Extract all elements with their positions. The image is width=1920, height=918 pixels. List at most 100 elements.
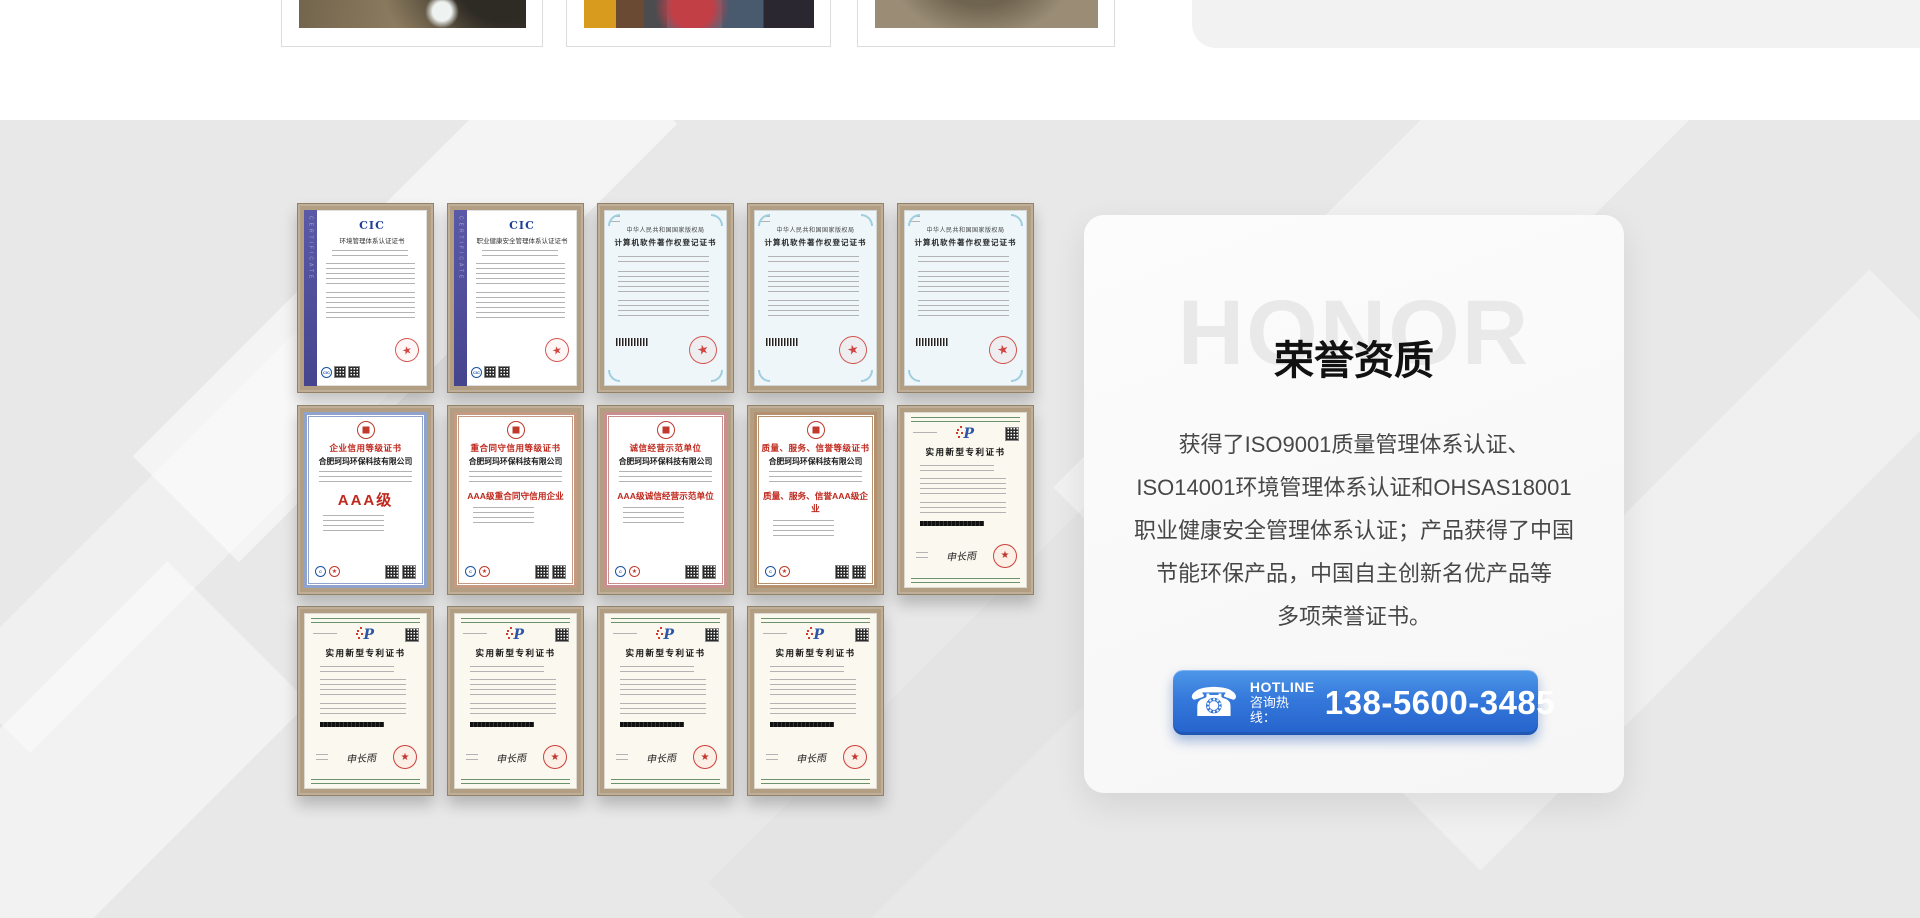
- national-emblem-seal-icon: ★: [543, 745, 567, 769]
- barcode-icon: [766, 338, 798, 346]
- certificate-inner: 重合同守信用等级证书合肥珂玛环保科技有限公司AAA级重合同守信用企业C★: [454, 412, 577, 588]
- cert-footer: C★: [615, 565, 716, 579]
- certificate-thumbnail[interactable]: P实用新型专利证书申长雨★: [597, 606, 734, 796]
- top-right-panel: [1192, 0, 1920, 48]
- certificate-thumbnail[interactable]: CERTIFICATECIC环境管理体系认证证书CIC★: [297, 203, 434, 393]
- red-star-logo-icon: ★: [479, 566, 490, 577]
- certificate-inner: P实用新型专利证书申长雨★: [904, 412, 1027, 588]
- project-photo-card[interactable]: [566, 0, 831, 47]
- green-border-ornament: [311, 779, 420, 784]
- cnipa-logo-icon: P: [657, 627, 675, 643]
- text-lines-placeholder: [473, 507, 534, 523]
- paragraph-line: 多项荣誉证书。: [1114, 595, 1594, 638]
- national-emblem-seal-icon: ★: [843, 745, 867, 769]
- red-seal-icon: ★: [686, 333, 720, 367]
- project-photo-card[interactable]: [857, 0, 1115, 47]
- patent-header: P: [904, 426, 1027, 444]
- certificate-thumbnail[interactable]: P 实用新型专利证书申长雨★: [297, 606, 434, 796]
- text-lines-placeholder: [623, 507, 684, 523]
- certificate-thumbnail[interactable]: 企业信用等级证书合肥珂玛环保科技有限公司AAA级C★: [297, 405, 434, 595]
- signature-text: 申长雨: [645, 749, 676, 766]
- certificate-thumbnail[interactable]: CERTIFICATECIC职业健康安全管理体系认证证书CIC★: [447, 203, 584, 393]
- hotline-button[interactable]: ☎ HOTLINE 咨询热线： 138-5600-3485: [1173, 670, 1538, 735]
- certificate-inner: P实用新型专利证书申长雨★: [754, 613, 877, 789]
- red-seal-icon: ★: [836, 333, 870, 367]
- patent-number-placeholder: [313, 633, 337, 637]
- text-lines-placeholder: [918, 300, 1009, 318]
- certificate-inner: 企业信用等级证书合肥珂玛环保科技有限公司AAA级C★: [304, 412, 427, 588]
- corner-ornament-icon: [908, 370, 920, 382]
- certificate-thumbnail[interactable]: P实用新型专利证书申长雨★: [447, 606, 584, 796]
- qr-code-icon: [702, 565, 716, 579]
- red-seal-icon: ★: [986, 333, 1020, 367]
- certificate-inner: CERTIFICATECIC环境管理体系认证证书CIC★: [304, 210, 427, 386]
- barcode-icon: [616, 338, 648, 346]
- text-lines-placeholder: [768, 300, 859, 318]
- text-lines-placeholder: [766, 754, 778, 761]
- red-seal-icon: ★: [542, 335, 571, 364]
- qr-code-icon: [498, 366, 510, 378]
- corner-ornament-icon: [758, 214, 770, 226]
- cnipa-logo-icon: P: [807, 627, 825, 643]
- certificate-thumbnail[interactable]: P实用新型专利证书申长雨★: [897, 405, 1034, 595]
- patent-header: P: [604, 627, 727, 645]
- cic-logo-icon: CIC: [471, 367, 482, 378]
- cert-award-text: AAA级诚信经营示范单位: [609, 489, 721, 501]
- green-border-ornament: [761, 779, 870, 784]
- cert-title: 计算机软件著作权登记证书: [904, 237, 1027, 248]
- red-star-logo-icon: ★: [779, 566, 790, 577]
- text-lines-placeholder: [470, 703, 556, 717]
- signature-row: 申长雨★: [916, 544, 1017, 568]
- certificate-inner: 中华人民共和国国家版权局计算机软件著作权登记证书★: [904, 210, 1027, 386]
- credit-emblem-icon: [357, 421, 375, 439]
- cert-title: 实用新型专利证书: [604, 647, 727, 659]
- red-star-logo-icon: ★: [329, 566, 340, 577]
- text-lines-placeholder: [469, 471, 563, 483]
- certificate-inner: P 实用新型专利证书申长雨★: [304, 613, 427, 789]
- certificate-thumbnail[interactable]: P实用新型专利证书申长雨★: [747, 606, 884, 796]
- cic-band-label: CERTIFICATE: [458, 216, 464, 281]
- red-seal-icon: ★: [392, 335, 421, 364]
- honor-section: CERTIFICATECIC环境管理体系认证证书CIC★CERTIFICATEC…: [0, 120, 1920, 918]
- cert-footer: CIC: [321, 366, 360, 378]
- certificate-thumbnail[interactable]: 质量、服务、信誉等级证书合肥珂玛环保科技有限公司质量、服务、信誉AAA级企业C★: [747, 405, 884, 595]
- signature-row: 申长雨★: [316, 745, 417, 769]
- green-border-ornament: [911, 417, 1020, 422]
- section-title: 荣誉资质: [1084, 337, 1624, 385]
- qr-code-icon: [555, 628, 569, 642]
- text-lines-placeholder: [616, 754, 628, 761]
- paragraph-line: ISO14001环境管理体系认证和OHSAS18001: [1114, 466, 1594, 509]
- cert-company-name: 合肥珂玛环保科技有限公司: [457, 456, 574, 467]
- cert-title: 重合同守信用等级证书: [457, 442, 574, 454]
- text-lines-placeholder: [466, 754, 478, 761]
- patent-number-placeholder: [763, 633, 787, 637]
- certificate-thumbnail[interactable]: 重合同守信用等级证书合肥珂玛环保科技有限公司AAA级重合同守信用企业C★: [447, 405, 584, 595]
- national-emblem-seal-icon: ★: [393, 745, 417, 769]
- cic-side-band: CERTIFICATE: [454, 210, 467, 386]
- signature-text: 申长雨: [495, 749, 526, 766]
- certificate-thumbnail[interactable]: 诚信经营示范单位合肥珂玛环保科技有限公司AAA级诚信经营示范单位C★: [597, 405, 734, 595]
- paragraph-line: 节能环保产品，中国自主创新名优产品等: [1114, 552, 1594, 595]
- certificate-thumbnail[interactable]: 中华人民共和国国家版权局计算机软件著作权登记证书 ★: [597, 203, 734, 393]
- barcode-icon: [470, 722, 534, 727]
- text-lines-placeholder: [618, 271, 709, 295]
- project-photo-card[interactable]: [281, 0, 543, 47]
- cnipa-logo-icon: P: [357, 627, 375, 643]
- text-lines-placeholder: [470, 666, 544, 674]
- certificate-thumbnail[interactable]: 中华人民共和国国家版权局计算机软件著作权登记证书★: [897, 203, 1034, 393]
- text-lines-placeholder: [769, 471, 863, 483]
- cert-title: 实用新型专利证书: [304, 647, 427, 659]
- signature-row: 申长雨★: [766, 745, 867, 769]
- cert-title: 计算机软件著作权登记证书: [604, 237, 727, 248]
- qr-code-icon: [348, 366, 360, 378]
- credit-emblem-icon: [507, 421, 525, 439]
- cert-authority: 中华人民共和国国家版权局: [604, 225, 727, 234]
- corner-ornament-icon: [908, 214, 920, 226]
- text-lines-placeholder: [770, 703, 856, 717]
- excavation-green-netting: [299, 0, 526, 28]
- text-lines-placeholder: [773, 520, 834, 536]
- qr-code-icon: [385, 565, 399, 579]
- corner-ornament-icon: [608, 214, 620, 226]
- certificate-thumbnail[interactable]: 中华人民共和国国家版权局计算机软件著作权登记证书★: [747, 203, 884, 393]
- text-lines-placeholder: [620, 703, 706, 717]
